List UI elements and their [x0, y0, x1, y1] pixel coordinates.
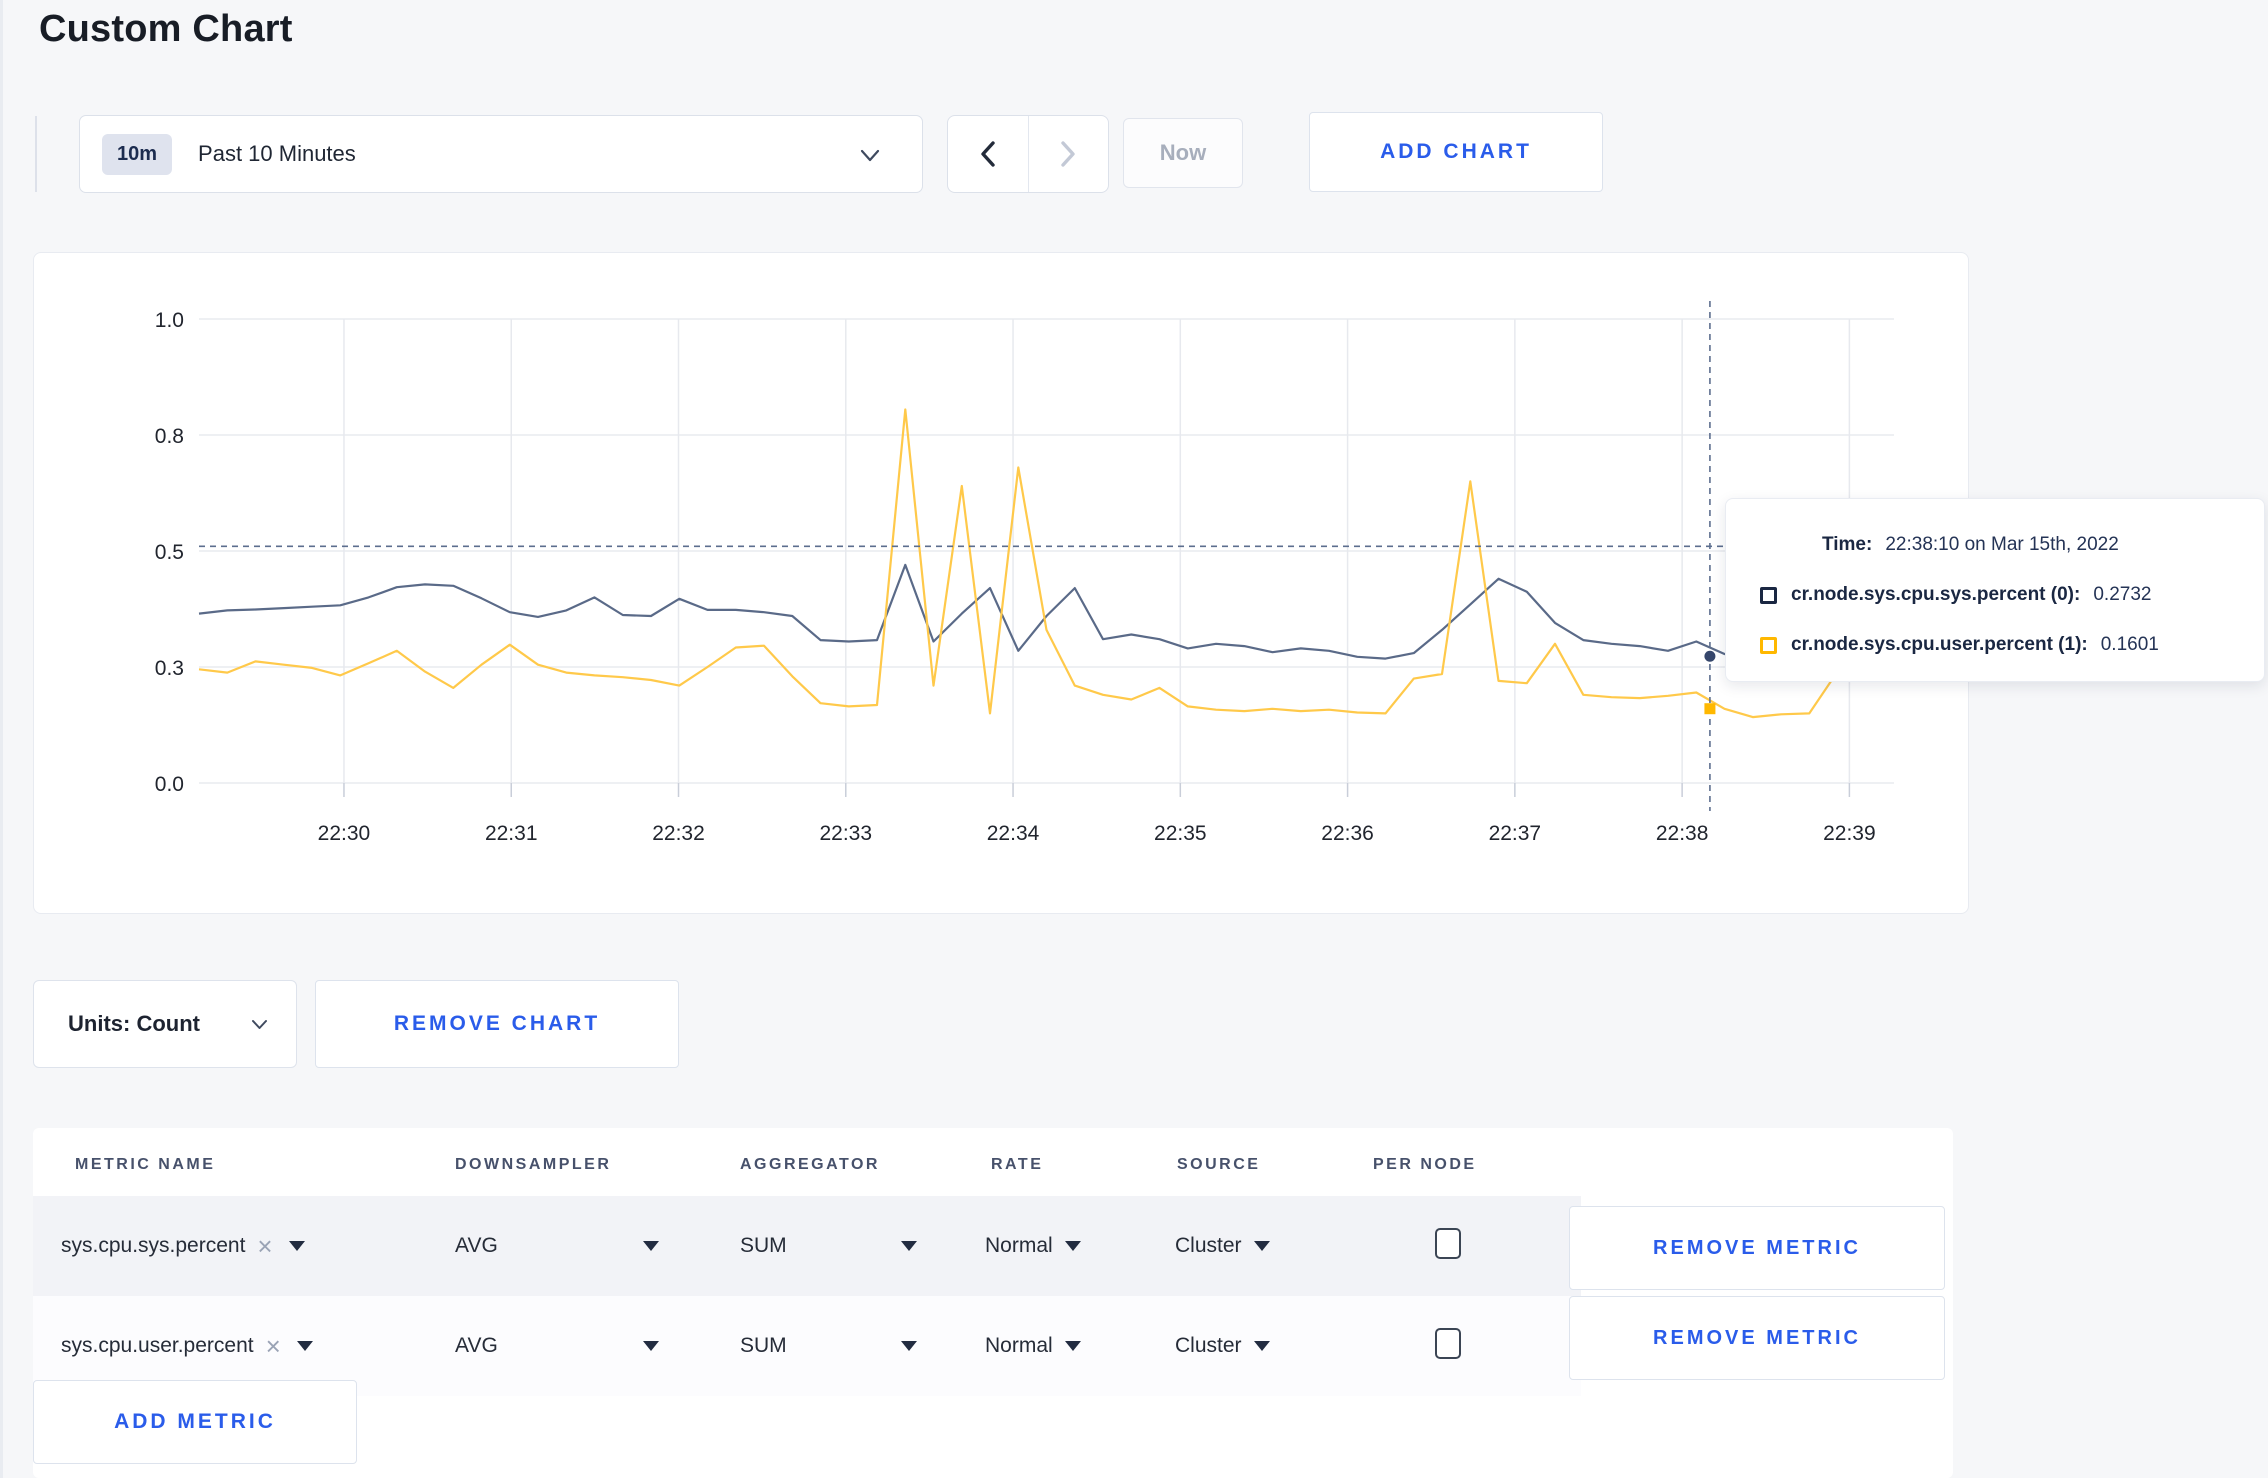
downsampler-select[interactable]: AVG: [455, 1296, 498, 1396]
chevron-down-icon: [860, 149, 880, 162]
caret-down-icon: [1253, 1241, 1270, 1251]
downsampler-caret[interactable]: [643, 1296, 659, 1396]
time-pager: [947, 115, 1109, 193]
tooltip-series-sys-label: cr.node.sys.cpu.sys.percent (0):: [1791, 584, 2081, 605]
downsampler-caret[interactable]: [643, 1196, 659, 1296]
x-tick-label: 22:32: [652, 822, 705, 845]
x-tick-label: 22:39: [1823, 822, 1876, 845]
x-tick-label: 22:34: [987, 822, 1040, 845]
time-range-label: Past 10 Minutes: [198, 141, 356, 166]
x-tick-label: 22:30: [318, 822, 371, 845]
now-button[interactable]: Now: [1123, 118, 1243, 188]
clear-metric-icon[interactable]: ×: [266, 1333, 281, 1359]
series-line: [198, 408, 1895, 719]
x-tick-label: 22:31: [485, 822, 538, 845]
caret-down-icon: [643, 1241, 659, 1251]
series-line: [198, 563, 1895, 660]
caret-down-icon: [1064, 1341, 1081, 1351]
y-tick-label: 0.3: [155, 657, 184, 680]
per-node-checkbox[interactable]: [1435, 1328, 1461, 1359]
caret-down-icon: [1064, 1241, 1081, 1251]
per-node-checkbox[interactable]: [1435, 1228, 1461, 1259]
x-tick-label: 22:33: [819, 822, 872, 845]
aggregator-select[interactable]: SUM: [740, 1296, 787, 1396]
page-title: Custom Chart: [39, 8, 293, 50]
remove-metric-button[interactable]: REMOVE METRIC: [1569, 1296, 1945, 1380]
y-tick-label: 0.8: [155, 425, 184, 448]
aggregator-select[interactable]: SUM: [740, 1196, 787, 1296]
tooltip-series-sys-value: 0.2732: [2093, 584, 2152, 605]
caret-down-icon: [901, 1341, 917, 1351]
chevron-right-icon: [1061, 141, 1075, 167]
series-sys-legend-swatch: [1760, 586, 1777, 604]
metrics-table: METRIC NAME DOWNSAMPLER AGGREGATOR RATE …: [33, 1128, 1953, 1478]
chart-tooltip: Time: 22:38:10 on Mar 15th, 2022 cr.node…: [1725, 498, 2265, 682]
tooltip-time-label: Time:: [1822, 534, 1873, 555]
rate-select[interactable]: Normal: [985, 1296, 1081, 1396]
chevron-down-icon: [252, 1020, 267, 1029]
y-tick-label: 1.0: [155, 309, 184, 332]
x-tick-label: 22:37: [1489, 822, 1542, 845]
x-tick-label: 22:35: [1154, 822, 1207, 845]
metric-name-select[interactable]: sys.cpu.sys.percent ×: [61, 1196, 305, 1296]
source-select[interactable]: Cluster: [1175, 1296, 1270, 1396]
rate-select[interactable]: Normal: [985, 1196, 1081, 1296]
source-select[interactable]: Cluster: [1175, 1196, 1270, 1296]
caret-down-icon: [643, 1341, 659, 1351]
time-range-select[interactable]: 10m Past 10 Minutes: [79, 115, 923, 193]
chevron-left-icon: [981, 141, 995, 167]
remove-metric-button[interactable]: REMOVE METRIC: [1569, 1206, 1945, 1290]
tooltip-series-user-label: cr.node.sys.cpu.user.percent (1):: [1791, 634, 2088, 655]
y-tick-label: 0.5: [155, 541, 184, 564]
col-header-metric-name: METRIC NAME: [75, 1156, 216, 1173]
time-range-badge: 10m: [102, 133, 173, 175]
toolbar-divider: [35, 116, 37, 192]
x-tick-label: 22:38: [1656, 822, 1709, 845]
add-chart-button[interactable]: ADD CHART: [1309, 112, 1603, 192]
hover-marker-circle: [1704, 650, 1716, 662]
downsampler-select[interactable]: AVG: [455, 1196, 498, 1296]
caret-down-icon: [1253, 1341, 1270, 1351]
tooltip-series-user-value: 0.1601: [2100, 634, 2159, 655]
x-tick-label: 22:36: [1321, 822, 1374, 845]
caret-down-icon: [288, 1241, 305, 1251]
tooltip-time-value: 22:38:10 on Mar 15th, 2022: [1885, 534, 2119, 555]
chart-canvas[interactable]: 1.0 0.8 0.5 0.3 0.0 22:30 22:31 22:32 22:33 22:34…: [34, 253, 1968, 913]
col-header-source: SOURCE: [1177, 1156, 1261, 1173]
col-header-downsampler: DOWNSAMPLER: [455, 1156, 612, 1173]
custom-chart-page: Custom Chart 10m Past 10 Minutes Now ADD…: [0, 0, 2268, 1478]
col-header-rate: RATE: [991, 1156, 1044, 1173]
caret-down-icon: [901, 1241, 917, 1251]
chart-card: 1.0 0.8 0.5 0.3 0.0 22:30 22:31 22:32 22:33 22:34…: [33, 252, 1969, 914]
hover-marker-square: [1704, 703, 1716, 715]
next-range-button[interactable]: [1027, 116, 1109, 192]
y-tick-label: 0.0: [155, 773, 184, 796]
col-header-per-node: PER NODE: [1373, 1156, 1477, 1173]
units-label: Units: Count: [68, 1011, 200, 1036]
clear-metric-icon[interactable]: ×: [257, 1233, 272, 1259]
caret-down-icon: [296, 1341, 313, 1351]
add-metric-button[interactable]: ADD METRIC: [33, 1380, 357, 1464]
col-header-aggregator: AGGREGATOR: [740, 1156, 880, 1173]
aggregator-caret[interactable]: [901, 1196, 917, 1296]
series-user-legend-swatch: [1760, 636, 1777, 654]
aggregator-caret[interactable]: [901, 1296, 917, 1396]
units-select[interactable]: Units: Count: [33, 980, 297, 1068]
remove-chart-button[interactable]: REMOVE CHART: [315, 980, 679, 1068]
prev-range-button[interactable]: [948, 116, 1028, 192]
